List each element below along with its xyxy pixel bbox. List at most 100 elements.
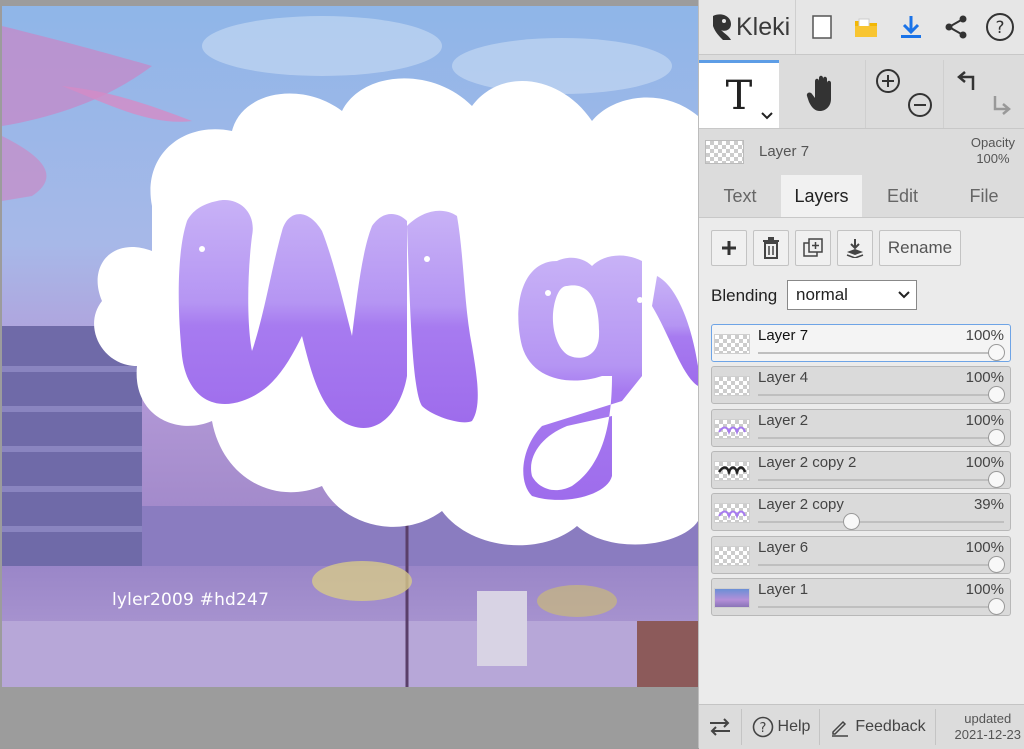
- layer-name: Layer 2: [758, 411, 809, 429]
- layer-opacity-slider-handle[interactable]: [988, 428, 1005, 446]
- blending-label: Blending: [711, 286, 778, 305]
- layer-opacity-value: 39%: [973, 496, 1004, 514]
- help-icon: ?: [986, 13, 1014, 41]
- layer-thumbnail: [714, 376, 750, 397]
- open-file-button[interactable]: [847, 8, 885, 46]
- layer-opacity-value: 100%: [965, 580, 1004, 598]
- layer-opacity-slider-track[interactable]: [758, 521, 1004, 524]
- layer-opacity-slider-track[interactable]: [758, 605, 1004, 608]
- zoom-in-button[interactable]: [871, 64, 905, 98]
- share-icon: [945, 15, 967, 39]
- download-button[interactable]: [892, 8, 930, 46]
- canvas-area[interactable]: lyler2009 #hd247: [0, 0, 698, 748]
- new-file-icon: [812, 15, 832, 39]
- layer-row[interactable]: Layer 7 100%: [711, 324, 1011, 362]
- layer-opacity-slider-handle[interactable]: [988, 344, 1005, 361]
- layer-opacity-slider-track[interactable]: [758, 563, 1004, 566]
- help-circle-icon: ?: [752, 716, 773, 738]
- watermark-text: lyler2009 #hd247: [112, 590, 270, 610]
- undo-icon: [957, 71, 975, 90]
- current-layer-opacity: Opacity 100%: [971, 135, 1015, 167]
- merge-down-icon: [846, 239, 864, 258]
- updated-date: 2021-12-23: [954, 727, 1022, 742]
- layer-opacity-slider-handle[interactable]: [988, 470, 1005, 488]
- layer-opacity-slider-track[interactable]: [758, 478, 1004, 481]
- layer-name: Layer 2 copy 2: [758, 453, 857, 471]
- chevron-down-icon[interactable]: [761, 112, 773, 120]
- layer-opacity-value: 100%: [965, 327, 1004, 344]
- layer-thumbnail: [714, 418, 750, 439]
- swap-ui-side-button[interactable]: [699, 705, 741, 749]
- canvas-artwork: [2, 6, 698, 687]
- layer-thumbnail: [714, 545, 750, 566]
- duplicate-layer-button[interactable]: [795, 230, 831, 266]
- redo-icon: [993, 96, 1011, 115]
- svg-text:?: ?: [995, 18, 1004, 38]
- delete-layer-button[interactable]: [753, 230, 789, 266]
- hand-tool-button[interactable]: [783, 60, 863, 128]
- layer-opacity-slider-track[interactable]: [758, 436, 1004, 439]
- zoom-out-button[interactable]: [903, 88, 937, 122]
- tool-row: T: [699, 60, 1024, 129]
- layer-opacity-slider-handle[interactable]: [842, 513, 860, 531]
- panel-tabs: Text Layers Edit File: [699, 175, 1024, 218]
- layer-opacity-value: 100%: [965, 538, 1004, 556]
- svg-text:?: ?: [759, 721, 766, 736]
- feedback-label: Feedback: [855, 718, 926, 735]
- current-layer-info: Layer 7 Opacity 100%: [699, 130, 1024, 174]
- updated-label: updated: [964, 711, 1012, 726]
- chevron-down-icon: [898, 291, 910, 299]
- drawing-canvas[interactable]: [2, 6, 698, 687]
- help-link[interactable]: ? Help: [745, 705, 817, 749]
- layer-opacity-slider-handle[interactable]: [988, 597, 1005, 615]
- help-button[interactable]: ?: [981, 8, 1019, 46]
- layer-thumbnail: [714, 587, 750, 608]
- new-file-button[interactable]: [803, 8, 841, 46]
- layer-row[interactable]: Layer 1 100%: [711, 577, 1011, 616]
- layers-tab-content: Rename Blending normal Layer 7 100% Layer …: [699, 218, 1024, 704]
- updated-info[interactable]: updated 2021-12-23: [955, 711, 1022, 743]
- tab-edit[interactable]: Edit: [862, 175, 943, 217]
- tab-layers[interactable]: Layers: [781, 175, 862, 217]
- current-layer-name: Layer 7: [759, 143, 810, 160]
- tab-text[interactable]: Text: [699, 175, 781, 217]
- feedback-link[interactable]: Feedback: [823, 705, 933, 749]
- layer-opacity-value: 100%: [965, 369, 1004, 387]
- layer-opacity-slider-track[interactable]: [758, 394, 1004, 397]
- redo-button[interactable]: [983, 88, 1017, 122]
- swap-arrows-icon: [710, 718, 730, 736]
- zoom-out-icon: [908, 93, 932, 117]
- layer-name: Layer 4: [758, 369, 809, 387]
- undo-button[interactable]: [951, 64, 985, 98]
- kleki-logo-icon: [713, 14, 731, 40]
- layer-row[interactable]: Layer 2 copy 39%: [711, 493, 1011, 532]
- layer-row[interactable]: Layer 2 100%: [711, 408, 1011, 447]
- text-tool-icon: T: [725, 72, 753, 119]
- layer-thumbnail: [714, 334, 750, 354]
- blending-value: normal: [796, 285, 848, 304]
- layer-row[interactable]: Layer 2 copy 2 100%: [711, 450, 1011, 489]
- add-layer-button[interactable]: [711, 230, 747, 266]
- app-name: Kleki: [736, 12, 791, 41]
- pencil-icon: [832, 720, 849, 737]
- layer-row[interactable]: Layer 6 100%: [711, 535, 1011, 574]
- text-tool-button[interactable]: T: [699, 60, 779, 128]
- kleki-logo[interactable]: Kleki: [707, 10, 790, 44]
- layer-opacity-slider-handle[interactable]: [988, 555, 1005, 573]
- plus-icon: [722, 241, 736, 255]
- tab-file[interactable]: File: [943, 175, 1024, 217]
- hand-tool-icon: [806, 75, 831, 111]
- layer-opacity-slider-track[interactable]: [758, 352, 1004, 354]
- share-button[interactable]: [937, 8, 975, 46]
- help-label: Help: [777, 718, 811, 735]
- layer-name: Layer 6: [758, 538, 809, 556]
- rename-layer-button[interactable]: Rename: [879, 230, 961, 266]
- bottom-bar: ? Help Feedback updated 2021-12-23: [699, 704, 1024, 749]
- merge-down-button[interactable]: [837, 230, 873, 266]
- top-toolbar: Kleki ?: [699, 0, 1024, 55]
- opacity-value: 100%: [976, 151, 1010, 166]
- blending-select[interactable]: normal: [787, 280, 917, 310]
- layer-row[interactable]: Layer 4 100%: [711, 366, 1011, 405]
- layer-opacity-slider-handle[interactable]: [988, 386, 1005, 404]
- open-folder-icon: [855, 18, 877, 37]
